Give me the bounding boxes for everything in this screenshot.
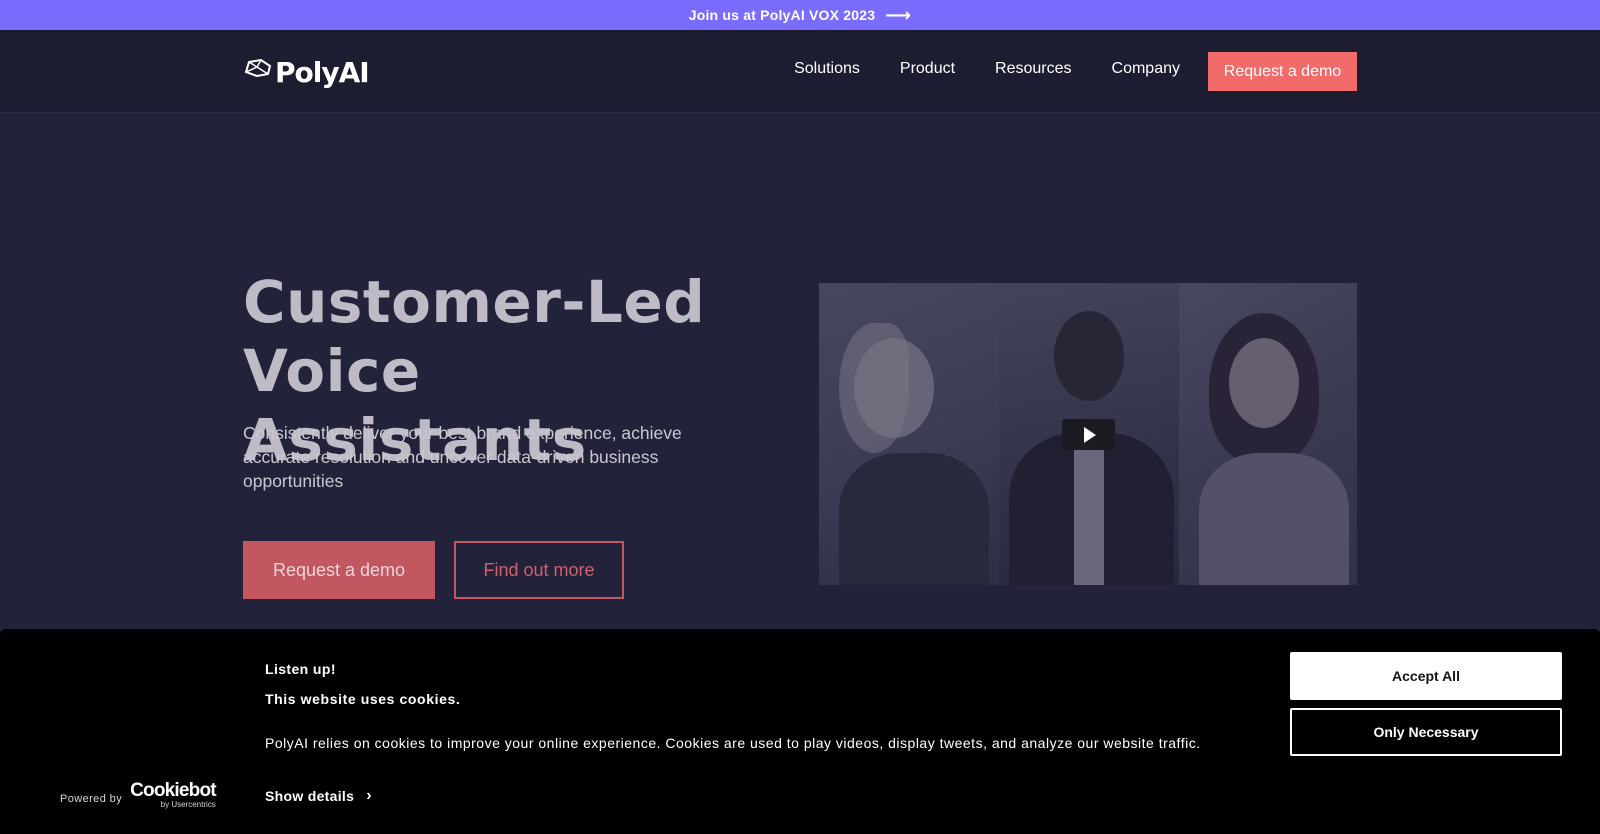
hero-video[interactable] bbox=[819, 283, 1357, 585]
nav-company[interactable]: Company bbox=[1112, 60, 1180, 78]
nav-solutions[interactable]: Solutions bbox=[794, 60, 860, 78]
play-button[interactable] bbox=[1062, 419, 1115, 450]
only-necessary-button[interactable]: Only Necessary bbox=[1290, 708, 1562, 756]
find-out-more-button[interactable]: Find out more bbox=[454, 541, 624, 599]
cookiebot-branding[interactable]: Powered by Cookiebot by Usercentrics bbox=[60, 781, 217, 809]
show-details-link[interactable]: Show details › bbox=[265, 787, 372, 805]
arrow-right-icon: ⟶ bbox=[885, 5, 912, 25]
cookie-banner: Powered by Cookiebot by Usercentrics Lis… bbox=[0, 629, 1600, 834]
announcement-bar[interactable]: Join us at PolyAI VOX 2023 ⟶ bbox=[0, 0, 1600, 30]
cookiebot-logo: Cookiebot by Usercentrics bbox=[130, 781, 216, 809]
nav-request-demo-button[interactable]: Request a demo bbox=[1208, 52, 1357, 91]
announcement-text[interactable]: Join us at PolyAI VOX 2023 bbox=[689, 7, 876, 23]
powered-by-label: Powered by bbox=[60, 793, 123, 805]
cookie-subheading: This website uses cookies. bbox=[265, 691, 461, 707]
main-nav: Solutions Product Resources Company bbox=[794, 60, 1180, 78]
navbar: PolyAI Solutions Product Resources Compa… bbox=[0, 30, 1600, 113]
chevron-right-icon: › bbox=[366, 787, 372, 804]
hero-title-line-1: Customer-Led bbox=[243, 268, 706, 336]
cookiebot-logo-text: Cookiebot bbox=[130, 780, 216, 801]
cookie-heading: Listen up! bbox=[265, 661, 336, 677]
nav-product[interactable]: Product bbox=[900, 60, 955, 78]
nav-resources[interactable]: Resources bbox=[995, 60, 1071, 78]
logo-text: PolyAI bbox=[275, 55, 370, 89]
hero-request-demo-button[interactable]: Request a demo bbox=[243, 541, 435, 599]
cookiebot-logo-sub: by Usercentrics bbox=[160, 800, 216, 809]
logo-mark-icon bbox=[244, 58, 272, 78]
cookie-body-text: PolyAI relies on cookies to improve your… bbox=[265, 735, 1201, 751]
logo[interactable]: PolyAI bbox=[243, 52, 370, 92]
accept-all-button[interactable]: Accept All bbox=[1290, 652, 1562, 700]
play-icon bbox=[1084, 426, 1096, 443]
hero-subtitle: Consistently deliver your best brand exp… bbox=[243, 423, 682, 491]
show-details-label: Show details bbox=[265, 788, 355, 804]
